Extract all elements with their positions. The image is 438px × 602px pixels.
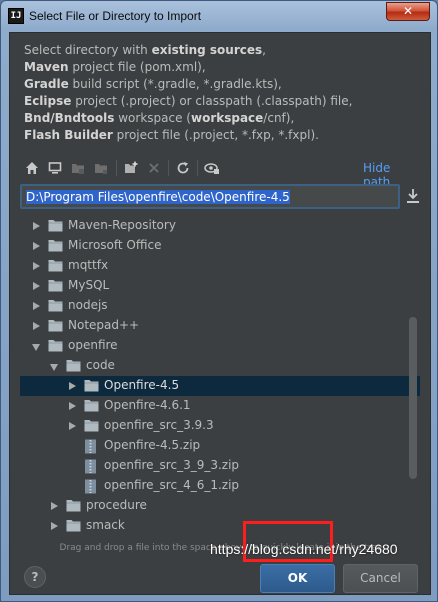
folder-icon xyxy=(84,379,99,395)
tree-node-label: Openfire-4.5 xyxy=(104,378,180,392)
tree-node[interactable]: mqttfx xyxy=(20,256,420,276)
module-icon[interactable] xyxy=(91,158,111,178)
archive-icon xyxy=(84,479,97,497)
tree-node-label: Maven-Repository xyxy=(68,218,176,232)
folder-icon xyxy=(66,499,81,515)
collapsed-arrow-icon[interactable] xyxy=(51,522,58,530)
tree-node[interactable]: Openfire-4.5 xyxy=(20,376,420,396)
tree-node[interactable]: smack xyxy=(20,516,420,536)
folder-icon xyxy=(66,359,81,375)
intellij-icon: IJ xyxy=(8,8,24,24)
tree-node-label: smack xyxy=(86,518,125,532)
archive-icon xyxy=(84,439,97,457)
tree-node-label: procedure xyxy=(86,498,147,512)
tree-node[interactable]: Microsoft Office xyxy=(20,236,420,256)
collapsed-arrow-icon[interactable] xyxy=(69,402,76,410)
tree-node[interactable]: nodejs xyxy=(20,296,420,316)
tree-node[interactable]: Openfire-4.5.zip xyxy=(20,436,420,456)
dialog-window: IJ Select File or Directory to Import ✕ … xyxy=(0,0,438,602)
path-input[interactable]: D:\Program Files\openfire\code\Openfire-… xyxy=(20,184,400,209)
folder-icon xyxy=(48,299,63,315)
toolbar-separator xyxy=(197,160,198,176)
toolbar-separator xyxy=(116,160,117,176)
collapsed-arrow-icon[interactable] xyxy=(33,282,40,290)
tree-node-label: code xyxy=(86,358,115,372)
collapsed-arrow-icon[interactable] xyxy=(33,302,40,310)
collapsed-arrow-icon[interactable] xyxy=(69,422,76,430)
folder-icon xyxy=(48,339,63,355)
scrollbar-thumb[interactable] xyxy=(409,317,417,479)
directory-tree[interactable]: Maven-Repository Microsoft Office mqttfx My… xyxy=(20,215,420,541)
help-button[interactable]: ? xyxy=(24,566,46,588)
tree-node-label: mqttfx xyxy=(68,258,109,272)
refresh-icon[interactable] xyxy=(173,158,193,178)
folder-icon xyxy=(48,259,63,275)
tree-node[interactable]: Openfire-4.6.1 xyxy=(20,396,420,416)
tree-node[interactable]: Notepad++ xyxy=(20,316,420,336)
tree-node[interactable]: openfire_src_3_9_3.zip xyxy=(20,456,420,476)
file-chooser-toolbar: Hide path xyxy=(20,156,420,189)
cancel-button[interactable]: Cancel xyxy=(343,564,418,593)
import-description: Select directory with existing sources, … xyxy=(24,43,353,142)
close-button[interactable]: ✕ xyxy=(386,2,430,21)
title-bar[interactable]: IJ Select File or Directory to Import ✕ xyxy=(1,1,437,31)
tree-node-label: openfire_src_4_6_1.zip xyxy=(104,478,240,492)
collapsed-arrow-icon[interactable] xyxy=(33,322,40,330)
project-icon[interactable] xyxy=(68,158,88,178)
tree-node-label: Notepad++ xyxy=(68,318,140,332)
toolbar-separator xyxy=(168,160,169,176)
collapsed-arrow-icon[interactable] xyxy=(33,262,40,270)
folder-icon xyxy=(48,319,63,335)
expanded-arrow-icon[interactable] xyxy=(32,344,40,351)
tree-node-label: openfire_src_3_9_3.zip xyxy=(104,458,240,472)
download-icon[interactable] xyxy=(406,188,422,204)
tree-node-label: openfire_src_3.9.3 xyxy=(104,418,214,432)
tree-node-label: Openfire-4.6.1 xyxy=(104,398,191,412)
show-hidden-icon[interactable] xyxy=(202,158,222,178)
collapsed-arrow-icon[interactable] xyxy=(33,222,40,230)
home-icon[interactable] xyxy=(22,158,42,178)
folder-icon xyxy=(84,419,99,435)
tree-node-label: Openfire-4.5.zip xyxy=(104,438,201,452)
ok-button[interactable]: OK xyxy=(260,564,335,593)
window-title: Select File or Directory to Import xyxy=(29,9,202,23)
collapsed-arrow-icon[interactable] xyxy=(51,502,58,510)
tree-node[interactable]: code xyxy=(20,356,420,376)
tree-node-label: Microsoft Office xyxy=(68,238,162,252)
collapsed-arrow-icon[interactable] xyxy=(69,382,76,390)
delete-icon[interactable] xyxy=(144,158,164,178)
path-value: D:\Program Files\openfire\code\Openfire-… xyxy=(26,190,290,204)
tree-node[interactable]: openfire_src_3.9.3 xyxy=(20,416,420,436)
tree-node[interactable]: openfire xyxy=(20,336,420,356)
path-row: D:\Program Files\openfire\code\Openfire-… xyxy=(20,184,424,210)
tree-node-label: openfire xyxy=(68,338,118,352)
tree-node[interactable]: MySQL xyxy=(20,276,420,296)
dialog-content: Select directory with existing sources, … xyxy=(9,32,431,595)
new-folder-icon[interactable] xyxy=(121,158,141,178)
tree-node-label: nodejs xyxy=(68,298,108,312)
desktop-icon[interactable] xyxy=(45,158,65,178)
tree-node[interactable]: openfire_src_4_6_1.zip xyxy=(20,476,420,496)
archive-icon xyxy=(84,459,97,477)
tree-node[interactable]: Maven-Repository xyxy=(20,216,420,236)
folder-icon xyxy=(48,279,63,295)
tree-node-label: MySQL xyxy=(68,278,110,292)
tree-node[interactable]: procedure xyxy=(20,496,420,516)
folder-icon xyxy=(48,239,63,255)
expanded-arrow-icon[interactable] xyxy=(50,364,58,371)
folder-icon xyxy=(66,519,81,535)
folder-icon xyxy=(48,219,63,235)
drag-drop-hint: Drag and drop a file into the space abov… xyxy=(59,543,383,553)
collapsed-arrow-icon[interactable] xyxy=(33,242,40,250)
folder-icon xyxy=(84,399,99,415)
